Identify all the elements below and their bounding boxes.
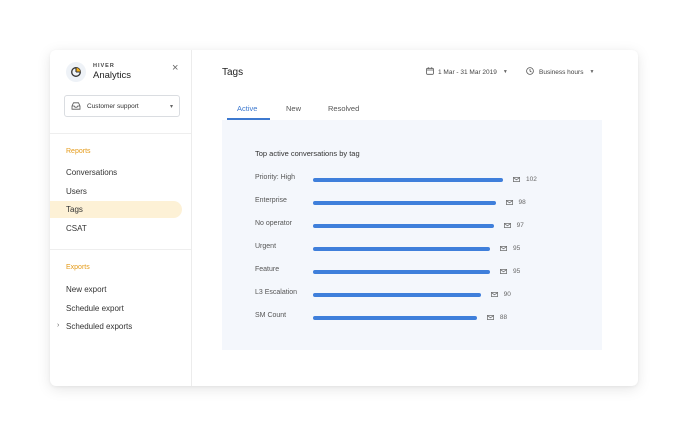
divider: [50, 133, 191, 134]
analytics-window: HIVER Analytics × Customer support ▾ Rep…: [50, 50, 638, 386]
main-content: Tags 1 Mar - 31 Mar 2019 ▼ Business hour…: [192, 50, 638, 386]
envelope-icon: [500, 269, 510, 274]
bar-value: 102: [513, 176, 537, 183]
bar-label: Enterprise: [255, 197, 287, 204]
bar-value-number: 102: [526, 176, 537, 183]
bar-value-number: 97: [516, 222, 524, 229]
page-title: Tags: [222, 67, 244, 78]
nav-item-schedule-export[interactable]: Schedule export: [50, 300, 182, 317]
chart-bar[interactable]: [313, 293, 481, 297]
envelope-icon: [513, 177, 523, 182]
envelope-icon: [500, 246, 510, 251]
bar-label: L3 Escalation: [255, 289, 298, 296]
bar-value: 90: [490, 291, 511, 298]
exports-section-title: Exports: [66, 264, 90, 271]
brand: HIVER Analytics: [66, 62, 131, 82]
chart-bar[interactable]: [313, 247, 490, 251]
bar-label: Feature: [255, 266, 280, 273]
chart-bar[interactable]: [313, 270, 490, 274]
nav-item-conversations[interactable]: Conversations: [50, 164, 182, 181]
clock-icon: [526, 67, 534, 77]
bar-value: 88: [486, 314, 508, 321]
chevron-down-icon: ▼: [502, 69, 508, 75]
bar-label: No operator: [255, 220, 292, 227]
bar-value: 95: [500, 268, 520, 275]
chevron-down-icon: ▾: [169, 103, 173, 110]
chart-bar[interactable]: [313, 201, 496, 205]
nav-item-csat[interactable]: CSAT: [50, 220, 182, 237]
tab-resolved[interactable]: Resolved: [328, 104, 359, 113]
bar-value-number: 95: [512, 268, 521, 275]
bar-value-number: 95: [512, 245, 521, 252]
divider: [50, 249, 191, 250]
tab-new[interactable]: New: [286, 104, 301, 113]
mailbox-label: Customer support: [87, 102, 139, 110]
bar-value: 98: [505, 199, 526, 206]
envelope-icon: [503, 223, 514, 228]
nav-item-tags[interactable]: Tags: [50, 201, 182, 218]
chart-bar[interactable]: [313, 178, 503, 182]
chart-title: Top active conversations by tag: [255, 149, 360, 158]
reports-section-title: Reports: [66, 148, 91, 155]
business-hours-label: Business hours: [539, 68, 584, 76]
bar-value: 97: [503, 222, 524, 229]
calendar-icon: [426, 67, 434, 77]
chevron-down-icon: ▼: [589, 69, 595, 75]
brand-small-text: HIVER: [93, 63, 115, 69]
nav-item-users[interactable]: Users: [50, 183, 182, 200]
envelope-icon: [505, 200, 516, 205]
date-range-filter[interactable]: 1 Mar - 31 Mar 2019 ▼: [426, 67, 508, 77]
bar-value-number: 90: [503, 291, 511, 298]
chart-panel: Top active conversations by tag Priority…: [222, 120, 602, 350]
chart-bar[interactable]: [313, 316, 477, 320]
bar-label: Priority: High: [255, 174, 296, 181]
envelope-icon: [490, 292, 501, 297]
chart-bar[interactable]: [313, 224, 494, 228]
bar-label: Urgent: [255, 243, 277, 250]
bar-value-number: 98: [518, 199, 526, 206]
inbox-icon: [71, 97, 81, 115]
envelope-icon: [486, 315, 497, 320]
business-hours-filter[interactable]: Business hours ▼: [526, 67, 594, 77]
mailbox-select[interactable]: Customer support ▾: [64, 95, 180, 117]
date-range-label: 1 Mar - 31 Mar 2019: [438, 68, 497, 76]
bar-value-number: 88: [499, 314, 508, 321]
sidebar: HIVER Analytics × Customer support ▾ Rep…: [50, 50, 192, 386]
nav-item-new-export[interactable]: New export: [50, 281, 182, 298]
bar-label: SM Count: [255, 312, 287, 319]
close-icon[interactable]: ×: [172, 62, 178, 74]
brand-name: Analytics: [93, 70, 132, 81]
analytics-logo-icon: [66, 62, 86, 82]
tab-active[interactable]: Active: [237, 104, 257, 113]
nav-item-scheduled-exports[interactable]: Scheduled exports: [50, 318, 182, 335]
bar-value: 95: [500, 245, 520, 252]
